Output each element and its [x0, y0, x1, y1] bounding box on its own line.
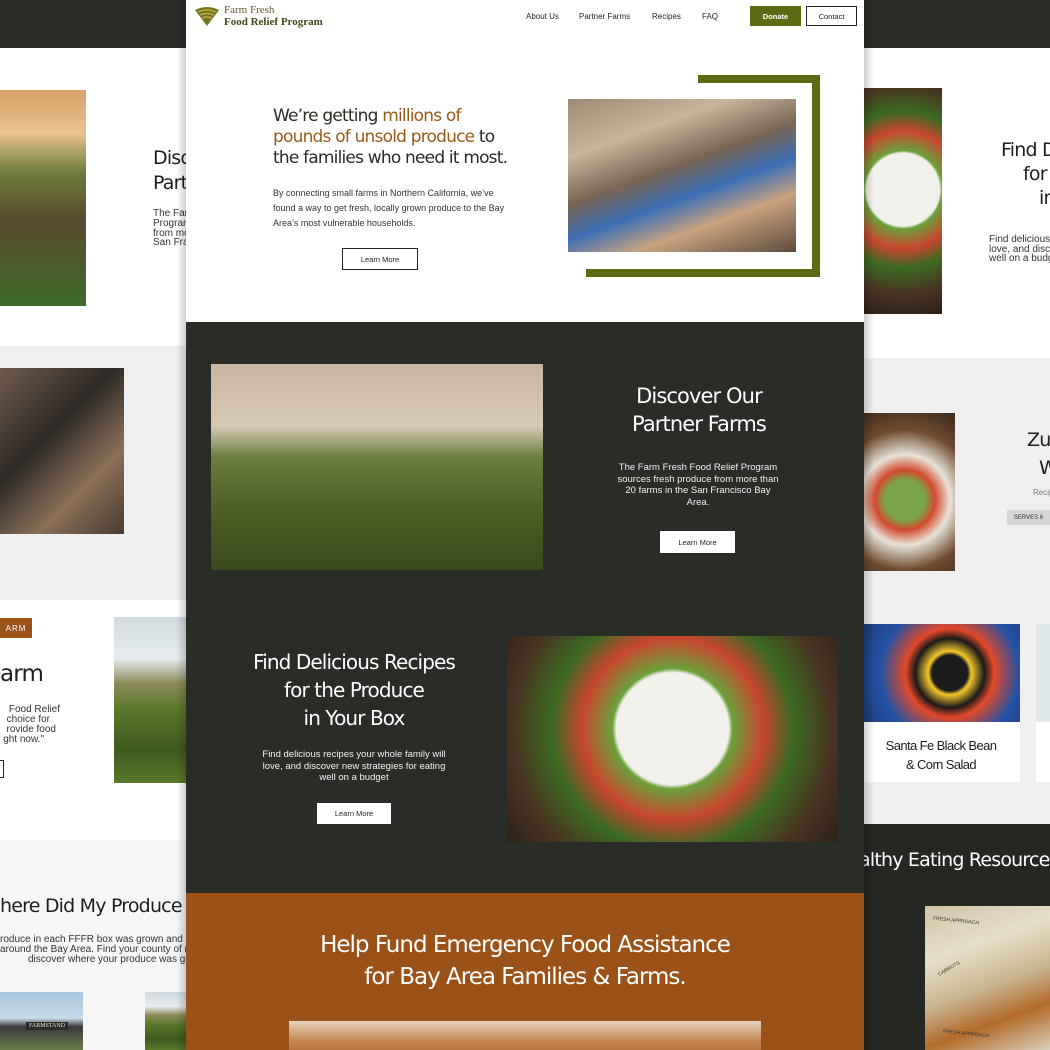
partner-farms-learn-more-button[interactable]: Learn More	[660, 531, 735, 553]
fund-photo	[289, 1021, 761, 1050]
partner-farms-title-2: Partner Farms	[632, 412, 767, 436]
showcase-canvas: Disco Part The Far Program from mo San F…	[0, 0, 1050, 1050]
recipe-card-next-photo	[1036, 624, 1050, 722]
salad-bowl-photo	[864, 88, 942, 314]
left-farm-body-4: ght now."	[3, 734, 44, 745]
serves-badge: SERVES 6	[1007, 510, 1050, 525]
frame-bar-right	[812, 75, 820, 277]
guacamole-salad-photo	[507, 636, 838, 842]
right-top-strip	[864, 0, 1050, 48]
contact-button[interactable]: Contact	[806, 6, 857, 26]
farmers-masks-photo	[0, 368, 124, 534]
left-shadow	[176, 0, 186, 1050]
recipe-card-title-2: & Corn Salad	[905, 757, 977, 772]
recipes-title-3: in Your Box	[303, 706, 406, 730]
logo-line-2: Food Relief Program	[224, 16, 323, 28]
right-recipes-heading-1: Find De	[1001, 139, 1050, 161]
family-produce-box-photo	[568, 99, 796, 252]
left-farm-button-edge[interactable]	[0, 760, 4, 778]
nav-partner-farms[interactable]: Partner Farms	[579, 12, 630, 21]
right-zuc-heading-2: W	[1039, 457, 1050, 479]
recipe-card[interactable]: Santa Fe Black Bean & Corn Salad	[864, 624, 1020, 782]
hero-headline-pre: We’re getting	[273, 106, 383, 126]
nav-recipes[interactable]: Recipes	[652, 12, 681, 21]
main-page: Farm Fresh Food Relief Program About Us …	[186, 0, 864, 1050]
donate-button[interactable]: Donate	[750, 6, 801, 26]
bag-label-3: FRESH APPROACH	[942, 1028, 990, 1040]
fund-title-2: for Bay Area Families & Farms.	[364, 964, 686, 990]
fund-title-1: Help Fund Emergency Food Assistance	[320, 932, 731, 958]
nav-faq[interactable]: FAQ	[702, 12, 718, 21]
nav-about-us[interactable]: About Us	[526, 12, 559, 21]
left-farm-heading: arm	[0, 661, 44, 687]
left-top-strip	[0, 0, 186, 48]
hero-body: By connecting small farms in Northern Ca…	[273, 188, 505, 228]
farmstand-sign: FARMSTAND	[26, 1022, 69, 1030]
right-shadow	[864, 0, 874, 1050]
partner-farms-body: The Farm Fresh Food Relief Program sourc…	[617, 462, 779, 508]
hero-learn-more-button[interactable]: Learn More	[342, 248, 418, 270]
partner-farms-title-1: Discover Our	[636, 384, 763, 408]
right-resources-heading: althy Eating Resources	[859, 849, 1050, 871]
farmstand-photo: FARMSTAND	[0, 992, 83, 1050]
right-recipes-body-3: well on a budge	[989, 253, 1050, 264]
bag-label-2: CARROTS	[937, 960, 962, 978]
right-recipes-heading-2: for	[1023, 163, 1048, 185]
recipe-card-next[interactable]	[1036, 624, 1050, 782]
logo-line-1: Farm Fresh	[224, 4, 275, 16]
farm-logo-icon	[195, 6, 219, 26]
frame-bar-bottom	[586, 269, 820, 277]
farm-harvest-photo	[211, 364, 543, 570]
recipes-title-1: Find Delicious Recipes	[253, 650, 456, 674]
zucchini-salad-photo	[864, 413, 955, 571]
right-zuc-heading-1: Zuc	[1027, 429, 1050, 451]
left-farm-tag: ARM	[0, 618, 32, 638]
fund-section: Help Fund Emergency Food Assistance for …	[186, 893, 864, 1050]
recipe-card-title-1: Santa Fe Black Bean	[885, 738, 997, 753]
recipes-learn-more-button[interactable]: Learn More	[317, 803, 391, 824]
frame-bar-top	[698, 75, 820, 83]
right-recipes-heading-3: in	[1039, 187, 1050, 209]
recipes-title-2: for the Produce	[284, 678, 425, 702]
dark-content-section: Discover Our Partner Farms The Farm Fres…	[186, 322, 864, 893]
recipes-body: Find delicious recipes your whole family…	[262, 749, 446, 783]
hero-headline: We’re getting millions of pounds of unso…	[273, 106, 513, 169]
bag-label-1: FRESH APPROACH	[932, 915, 980, 927]
site-logo[interactable]: Farm Fresh Food Relief Program	[194, 5, 323, 28]
produce-bags-photo: FRESH APPROACH CARROTS FRESH APPROACH	[925, 906, 1050, 1050]
farm-sunset-photo	[0, 90, 86, 306]
bean-salad-photo	[864, 624, 1020, 722]
left-produce-body-3: discover where your produce was gro	[28, 954, 195, 965]
top-nav: Farm Fresh Food Relief Program About Us …	[186, 0, 864, 34]
right-zuc-body: Recip	[1033, 488, 1050, 497]
